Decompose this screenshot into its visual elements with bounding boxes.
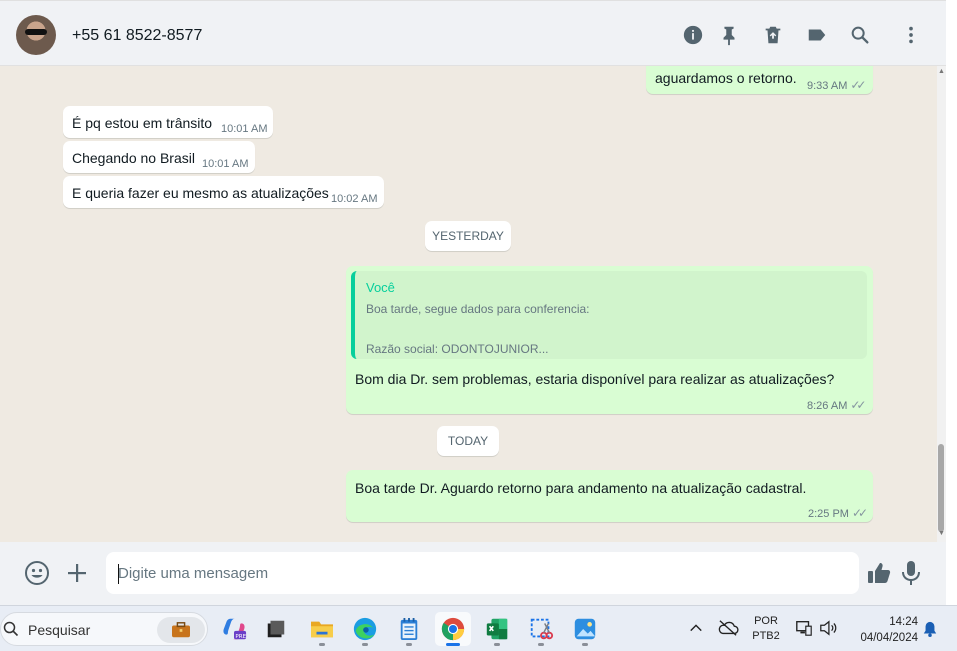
window-edge xyxy=(946,0,957,605)
menu-icon[interactable] xyxy=(899,23,923,47)
language-code: POR xyxy=(754,615,778,627)
message-time: 10:01 AM xyxy=(202,158,249,170)
microphone-icon[interactable] xyxy=(900,559,922,587)
search-icon[interactable] xyxy=(848,23,872,47)
text-caret xyxy=(118,564,119,584)
onedrive-offline-icon[interactable] xyxy=(717,618,739,638)
briefcase-icon[interactable] xyxy=(157,617,205,643)
system-clock[interactable]: 14:24 04/04/2024 xyxy=(848,614,918,646)
message-bubble-outgoing[interactable]: Boa tarde Dr. Aguardo retorno para andam… xyxy=(346,470,873,522)
input-language-indicator[interactable]: POR PTB2 xyxy=(748,614,784,644)
running-indicator xyxy=(446,643,460,646)
message-text: E queria fazer eu mesmo as atualizações xyxy=(72,185,329,201)
folder-icon xyxy=(311,621,333,638)
chat-header: +55 61 8522-8577 xyxy=(0,0,946,66)
quote-text-line: Razão social: ODONTOJUNIOR... xyxy=(366,342,549,356)
taskbar-app-snipping-tool[interactable] xyxy=(523,612,559,646)
running-indicator xyxy=(538,643,544,646)
photos-icon xyxy=(574,618,596,640)
avatar-glasses xyxy=(25,29,47,35)
windows-taskbar: Pesquisar PRE POR PTB2 14:24 04/04/2024 xyxy=(0,605,957,651)
taskbar-app-photos[interactable] xyxy=(567,612,603,646)
date-separator-yesterday: YESTERDAY xyxy=(425,221,511,251)
message-text: Bom dia Dr. sem problemas, estaria dispo… xyxy=(355,371,835,387)
message-time: 2:25 PM ✓✓ xyxy=(808,506,868,520)
notification-bell-icon[interactable] xyxy=(921,619,939,639)
excel-icon xyxy=(486,618,508,640)
scroll-down-arrow-icon[interactable]: ▼ xyxy=(938,530,945,537)
taskbar-app-file-explorer[interactable] xyxy=(304,612,340,646)
contact-name[interactable]: +55 61 8522-8577 xyxy=(72,27,202,45)
quoted-message[interactable]: Você Boa tarde, segue dados para confere… xyxy=(351,271,867,359)
taskbar-app-excel[interactable] xyxy=(479,612,515,646)
running-indicator xyxy=(494,643,500,646)
clock-date: 04/04/2024 xyxy=(860,632,918,644)
message-bubble-incoming[interactable]: E queria fazer eu mesmo as atualizações … xyxy=(63,176,384,208)
message-text: aguardamos o retorno. xyxy=(655,70,797,86)
message-time: 9:33 AM ✓✓ xyxy=(807,78,867,92)
running-indicator xyxy=(406,643,412,646)
pin-icon[interactable] xyxy=(717,23,741,47)
taskbar-search[interactable]: Pesquisar xyxy=(0,612,208,646)
thumbs-up-icon[interactable] xyxy=(866,560,892,586)
edge-icon xyxy=(353,617,377,641)
quote-author: Você xyxy=(366,280,395,295)
taskbar-app-notepad[interactable] xyxy=(391,612,427,646)
taskbar-app-edge[interactable] xyxy=(347,612,383,646)
taskbar-search-label: Pesquisar xyxy=(28,622,91,638)
attach-plus-icon[interactable] xyxy=(66,562,88,584)
running-indicator xyxy=(582,643,588,646)
message-list[interactable]: aguardamos o retorno. 9:33 AM ✓✓ É pq est… xyxy=(0,66,946,542)
message-bubble-incoming[interactable]: É pq estou em trânsito 10:01 AM xyxy=(63,106,273,138)
message-time: 8:26 AM ✓✓ xyxy=(807,398,867,412)
copilot-icon: PRE xyxy=(223,618,247,640)
chevron-up-icon[interactable] xyxy=(688,620,704,636)
message-text: Chegando no Brasil xyxy=(72,150,195,166)
date-separator-today: TODAY xyxy=(437,426,499,456)
read-ticks-icon: ✓✓ xyxy=(850,398,866,412)
contact-avatar[interactable] xyxy=(16,15,56,55)
snipping-tool-icon xyxy=(530,618,554,640)
svg-text:PRE: PRE xyxy=(235,634,246,640)
info-icon[interactable] xyxy=(681,23,705,47)
message-time: 10:02 AM xyxy=(331,193,378,205)
taskbar-app-task-view[interactable] xyxy=(258,612,294,646)
scrollbar-thumb[interactable] xyxy=(938,444,944,532)
message-bubble-reply[interactable]: Você Boa tarde, segue dados para confere… xyxy=(346,266,873,414)
running-indicator xyxy=(362,643,368,646)
running-indicator xyxy=(319,643,325,646)
quote-text-line: Boa tarde, segue dados para conferencia: xyxy=(366,302,590,316)
message-composer xyxy=(0,542,946,605)
message-time: 10:01 AM xyxy=(221,123,268,135)
chrome-icon xyxy=(441,617,465,641)
search-icon xyxy=(3,621,19,637)
notepad-icon xyxy=(400,618,418,640)
keyboard-layout: PTB2 xyxy=(752,630,780,642)
clock-time: 14:24 xyxy=(889,616,918,628)
whatsapp-window: +55 61 8522-8577 aguardamos o retorno. 9… xyxy=(0,0,957,605)
taskbar-app-chrome[interactable] xyxy=(435,612,471,646)
message-text: Boa tarde Dr. Aguardo retorno para andam… xyxy=(355,480,807,496)
task-view-icon xyxy=(267,620,285,638)
message-input[interactable] xyxy=(106,552,859,594)
taskbar-app-copilot[interactable]: PRE xyxy=(216,612,252,646)
volume-icon[interactable] xyxy=(817,618,839,638)
scroll-up-arrow-icon[interactable]: ▲ xyxy=(938,68,945,75)
delete-icon[interactable] xyxy=(761,23,785,47)
label-icon[interactable] xyxy=(805,23,829,47)
emoji-icon[interactable] xyxy=(24,560,50,586)
message-text: É pq estou em trânsito xyxy=(72,115,213,131)
read-ticks-icon: ✓✓ xyxy=(850,78,866,92)
message-bubble-outgoing[interactable]: aguardamos o retorno. 9:33 AM ✓✓ xyxy=(646,66,873,94)
network-icon[interactable] xyxy=(794,618,814,638)
message-bubble-incoming[interactable]: Chegando no Brasil 10:01 AM xyxy=(63,141,255,173)
read-ticks-icon: ✓✓ xyxy=(851,506,868,520)
